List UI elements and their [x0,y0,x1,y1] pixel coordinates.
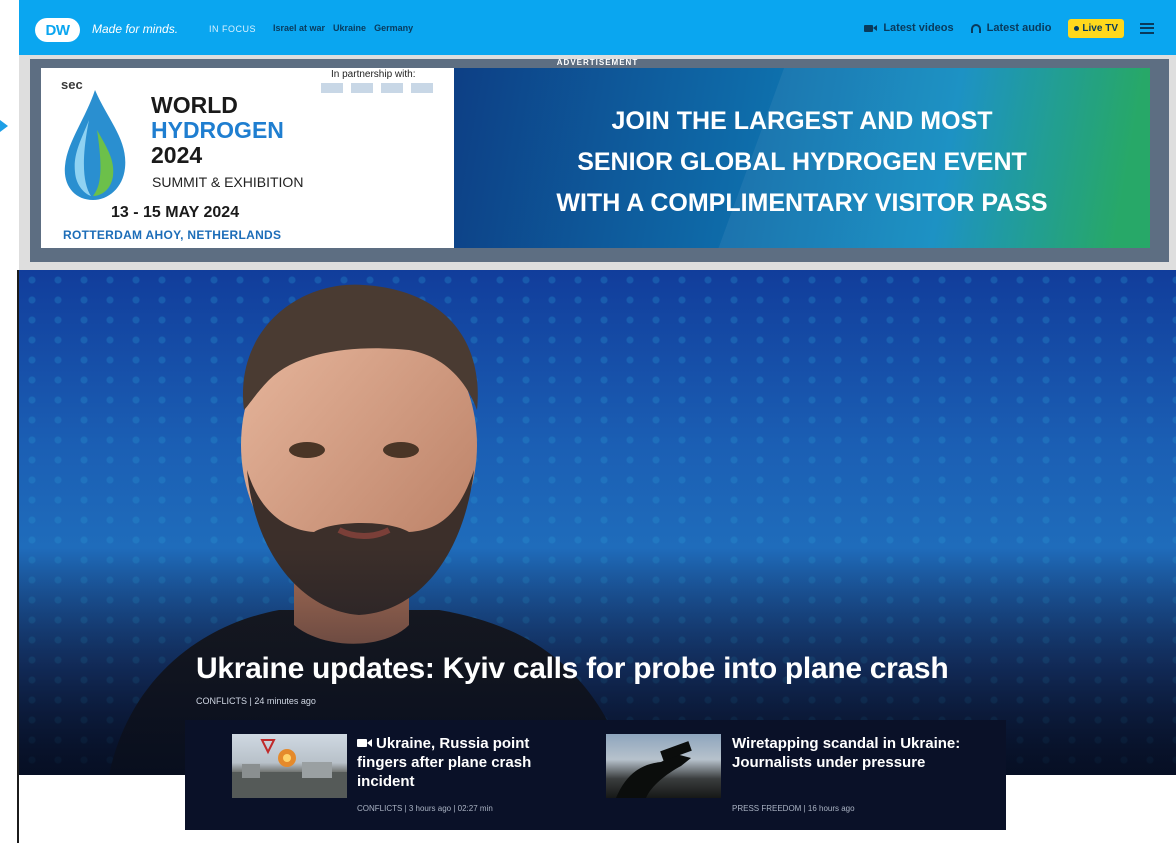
ad-promo-panel: JOIN THE LARGEST AND MOST SENIOR GLOBAL … [454,68,1150,248]
site-header: DW Made for minds. IN FOCUS Israel at wa… [19,0,1176,55]
teaser-thumbnail-plane-crash[interactable] [232,734,347,798]
latest-videos-link[interactable]: Latest videos [864,22,954,34]
latest-videos-label: Latest videos [883,22,954,34]
live-dot-icon [1074,25,1080,31]
hero-story[interactable]: Ukraine updates: Kyiv calls for probe in… [19,270,1176,775]
partnership-text: In partnership with: [331,69,416,80]
hero-meta: CONFLICTS | 24 minutes ago [196,696,316,706]
page: DW Made for minds. IN FOCUS Israel at wa… [0,0,1176,843]
advertisement-banner[interactable]: ADVERTISEMENT sec In partnership with: W… [19,55,1176,270]
ad-event-venue: ROTTERDAM AHOY, NETHERLANDS [63,228,282,242]
focus-link-israel-at-war[interactable]: Israel at war [273,23,325,33]
focus-link-germany[interactable]: Germany [374,23,413,33]
header-right-nav: Latest videos Latest audio Live TV [864,16,1176,40]
dw-logo[interactable]: DW [35,18,80,42]
side-arrow-icon [0,120,8,132]
dw-logo-text: DW [45,21,71,39]
teaser-title-plane-crash[interactable]: Ukraine, Russia point fingers after plan… [357,734,567,791]
latest-audio-label: Latest audio [986,22,1052,34]
ad-headline-line1: JOIN THE LARGEST AND MOST [611,107,993,135]
ad-headline-line2: SENIOR GLOBAL HYDROGEN EVENT [577,148,1027,176]
in-focus-nav: Israel at war Ukraine Germany [273,23,413,33]
teaser-title-wiretapping[interactable]: Wiretapping scandal in Ukraine: Journali… [732,734,962,772]
hamburger-menu-icon[interactable] [1140,22,1154,34]
tagline: Made for minds. [92,22,179,36]
ad-event-dates: 13 - 15 MAY 2024 [111,204,240,221]
in-focus-label: IN FOCUS [209,24,257,34]
teaser-image-crash-scene [232,739,347,798]
ad-headline: JOIN THE LARGEST AND MOST SENIOR GLOBAL … [454,101,1150,224]
ad-event-subtitle: SUMMIT & EXHIBITION [152,174,304,190]
headphones-icon [970,23,981,33]
live-tv-button[interactable]: Live TV [1068,18,1124,38]
live-tv-label: Live TV [1082,22,1118,34]
latest-audio-link[interactable]: Latest audio [970,22,1052,34]
video-camera-icon [864,24,878,32]
advertisement-label: ADVERTISEMENT [556,58,639,67]
ad-headline-line3: WITH A COMPLIMENTARY VISITOR PASS [556,189,1048,217]
related-teasers: Ukraine, Russia point fingers after plan… [185,720,1006,830]
hydrogen-drop-icon [64,90,126,200]
teaser-image-journalist-silhouette [616,741,692,798]
ad-title-line2: HYDROGEN [151,117,284,143]
ad-title-line3: 2024 [151,142,203,168]
teaser-meta-wiretapping: PRESS FREEDOM | 16 hours ago [732,804,855,813]
ad-event-panel: sec In partnership with: WORLD HYDROGEN … [41,68,454,248]
focus-link-ukraine[interactable]: Ukraine [333,23,366,33]
partner-logos [321,83,433,93]
hero-gradient-overlay [19,270,1176,775]
teaser-title-plane-crash-text: Ukraine, Russia point fingers after plan… [357,735,532,790]
teaser-meta-plane-crash: CONFLICTS | 3 hours ago | 02:27 min [357,804,493,813]
hero-headline[interactable]: Ukraine updates: Kyiv calls for probe in… [196,652,949,686]
video-camera-icon [357,739,372,747]
ad-event-title: WORLD HYDROGEN 2024 [151,93,284,168]
ad-title-line1: WORLD [151,92,238,118]
teaser-thumbnail-wiretapping[interactable] [606,734,721,798]
